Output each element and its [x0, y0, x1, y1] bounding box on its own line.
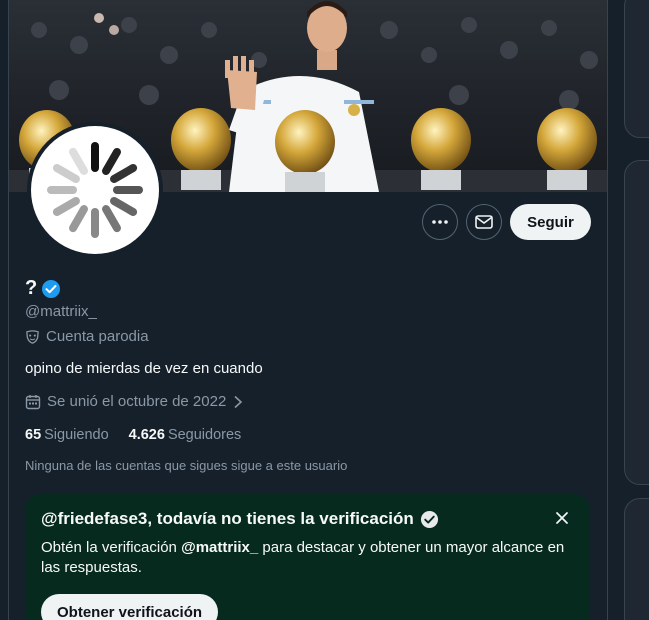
bio: opino de mierdas de vez en cuando	[25, 360, 263, 377]
verification-description: Obtén la verificación @mattriix_ para de…	[41, 538, 571, 578]
more-button[interactable]	[422, 204, 458, 240]
parody-text: Cuenta parodia	[46, 328, 149, 345]
join-date[interactable]: Se unió el octubre de 2022	[25, 393, 244, 410]
mutual-followers-text: Ninguna de las cuentas que sigues sigue …	[25, 458, 348, 473]
following-link[interactable]: 65 Siguiendo	[25, 427, 109, 443]
username-handle: @mattriix_	[25, 303, 97, 320]
verification-promo-card: @friedefase3, todavía no tienes la verif…	[25, 494, 590, 620]
profile-page: Seguir ? @mattriix_ Cuenta parodia opino…	[0, 0, 649, 620]
calendar-icon	[25, 394, 41, 409]
followers-count: 4.626	[128, 427, 165, 443]
verification-desc-pre: Obtén la verificación	[41, 539, 182, 556]
display-name: ?	[25, 277, 38, 299]
verification-title: @friedefase3, todavía no tienes la verif…	[41, 509, 439, 529]
follow-button[interactable]: Seguir	[510, 204, 591, 240]
following-count: 65	[25, 427, 42, 443]
name-row: ?	[25, 277, 61, 300]
verification-desc-handle: @mattriix_	[181, 539, 259, 556]
message-button[interactable]	[466, 204, 502, 240]
close-icon	[556, 512, 568, 524]
chevron-right-icon	[234, 395, 243, 408]
join-date-text: Se unió el octubre de 2022	[47, 393, 227, 410]
followers-label: Seguidores	[167, 427, 242, 443]
envelope-icon	[475, 215, 493, 229]
sidebar-panel-bottom	[624, 498, 649, 620]
loading-spinner-icon	[47, 142, 143, 238]
get-verified-button[interactable]: Obtener verificación	[41, 594, 219, 620]
following-label: Siguiendo	[44, 427, 109, 443]
sidebar-panel-middle	[624, 160, 649, 485]
parody-label: Cuenta parodia	[25, 328, 149, 345]
profile-column: Seguir ? @mattriix_ Cuenta parodia opino…	[8, 0, 608, 620]
mask-icon	[26, 330, 39, 344]
follow-stats: 65 Siguiendo 4.626 Seguidores	[25, 427, 241, 443]
followers-link[interactable]: 4.626 Seguidores	[129, 427, 242, 443]
verified-badge-icon[interactable]	[41, 279, 61, 299]
more-icon	[432, 220, 448, 224]
avatar[interactable]	[27, 122, 163, 258]
close-button[interactable]	[552, 508, 572, 528]
verified-badge-icon	[420, 510, 438, 528]
sidebar-panel-top	[624, 0, 649, 138]
avatar-image	[31, 126, 159, 254]
verification-title-text: @friedefase3, todavía no tienes la verif…	[41, 509, 414, 528]
